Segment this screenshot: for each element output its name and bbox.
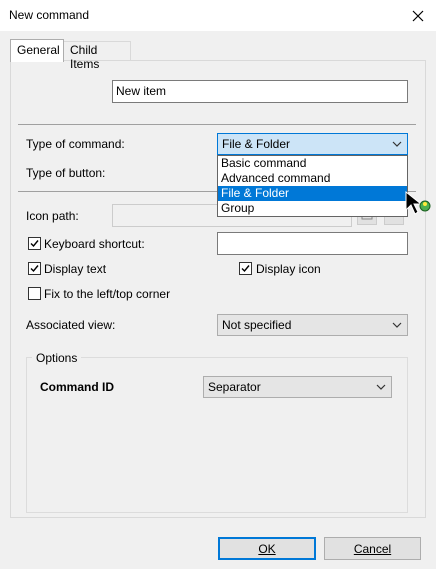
check-icon [30,265,39,273]
type-of-command-select[interactable]: File & Folder [217,133,408,155]
dropdown-option-basic-command[interactable]: Basic command [218,156,407,171]
display-icon-checkbox[interactable] [239,262,252,275]
display-icon-label: Display icon [256,262,321,276]
associated-view-select[interactable]: Not specified [217,314,408,336]
dropdown-option-advanced-command[interactable]: Advanced command [218,171,407,186]
display-text-checkbox[interactable] [28,262,41,275]
options-group-title: Options [32,351,82,365]
dropdown-option-group[interactable]: Group [218,201,407,216]
command-id-select[interactable]: Separator [203,376,392,398]
ok-button[interactable]: OK [218,537,316,560]
check-icon [241,265,250,273]
icon-path-label: Icon path: [26,209,79,223]
tab-child-items[interactable]: Child Items [63,41,131,71]
type-of-command-value: File & Folder [222,137,291,151]
cursor-arrow-icon [405,190,431,215]
close-button[interactable] [404,4,432,28]
type-of-button-label: Type of button: [26,166,106,180]
mouse-cursor [404,190,434,222]
tab-general[interactable]: General [10,39,64,62]
keyboard-shortcut-input[interactable] [217,232,408,255]
keyboard-shortcut-checkbox[interactable] [28,237,41,250]
chevron-down-icon [392,322,402,328]
window-title: New command [9,8,90,22]
cancel-button[interactable]: Cancel [324,537,421,560]
associated-view-label: Associated view: [26,318,116,332]
associated-view-value: Not specified [222,318,292,332]
name-input[interactable]: New item [112,80,408,103]
chevron-down-icon [392,141,402,147]
close-icon [412,10,424,22]
chevron-down-icon [376,384,386,390]
type-of-command-dropdown: Basic command Advanced command File & Fo… [217,155,408,217]
cancel-button-label: Cancel [353,541,392,556]
ok-button-label: OK [258,541,276,556]
fix-corner-checkbox[interactable] [28,287,41,300]
check-icon [30,240,39,248]
command-id-value: Separator [208,380,261,394]
display-text-label: Display text [44,262,107,276]
command-id-label: Command ID [40,380,115,394]
type-of-command-label: Type of command: [26,137,125,151]
keyboard-shortcut-label: Keyboard shortcut: [44,237,145,251]
divider [18,124,416,125]
fix-corner-label: Fix to the left/top corner [44,287,171,301]
dropdown-option-file-folder[interactable]: File & Folder [218,186,407,201]
